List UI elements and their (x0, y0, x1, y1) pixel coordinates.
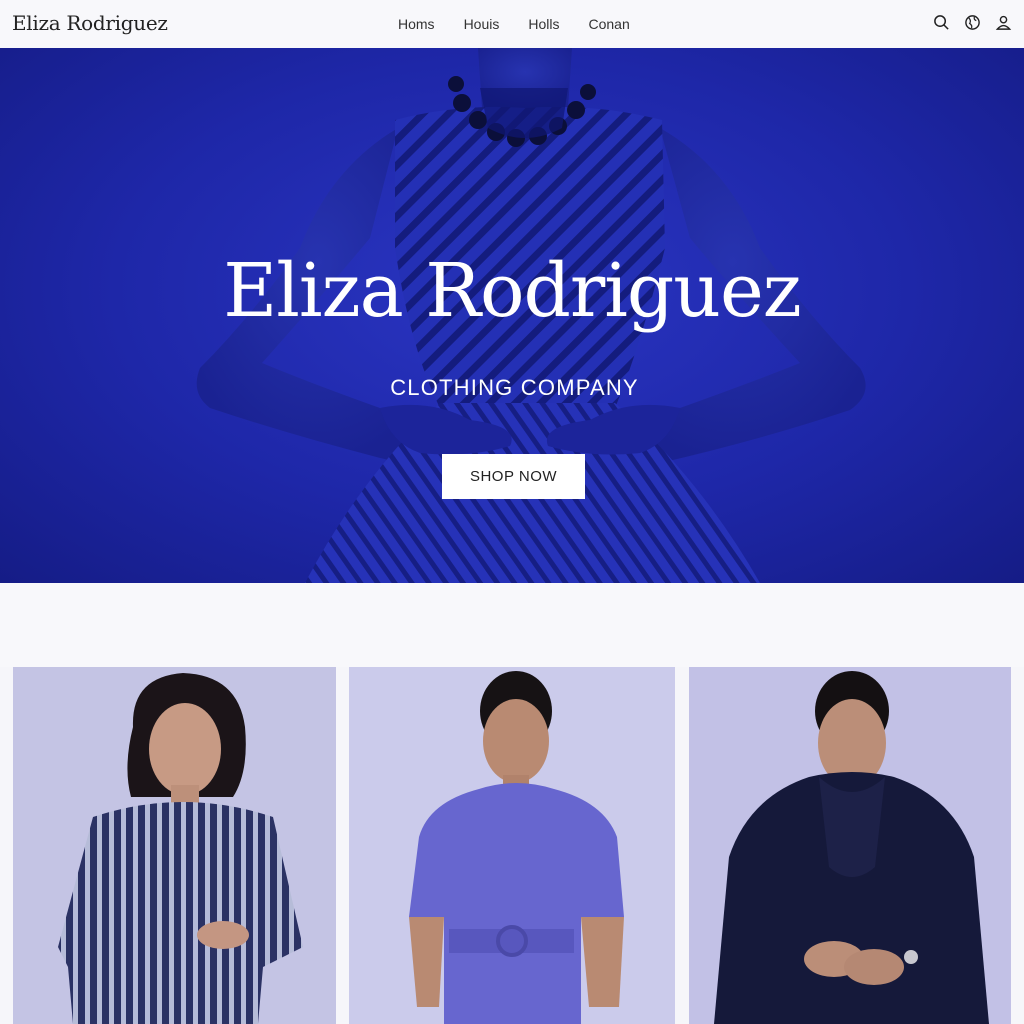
hero-subtitle: CLOTHING COMPANY (390, 375, 639, 400)
product-image-periwinkle-dress (349, 667, 675, 1024)
shop-now-button[interactable]: SHOP NOW (442, 454, 585, 499)
nav-link-homs[interactable]: Homs (398, 16, 435, 32)
product-card-striped-dress[interactable] (13, 667, 336, 1024)
product-image-striped-dress (13, 667, 336, 1024)
hero-banner: Eliza Rodriguez CLOTHING COMPANY SHOP NO… (0, 48, 1024, 583)
search-icon[interactable] (933, 14, 950, 31)
site-header: Eliza Rodriguez Homs Houis Holls Conan (0, 0, 1024, 48)
hero-title: Eliza Rodriguez (223, 248, 801, 334)
main-nav: Homs Houis Holls Conan (398, 16, 630, 32)
nav-link-houis[interactable]: Houis (464, 16, 500, 32)
section-spacer (0, 583, 1024, 667)
header-icons (933, 14, 1012, 31)
nav-link-conan[interactable]: Conan (588, 16, 629, 32)
product-card-periwinkle-dress[interactable] (349, 667, 675, 1024)
product-card-navy-coat[interactable] (689, 667, 1011, 1024)
nav-link-holls[interactable]: Holls (528, 16, 559, 32)
brand-logo[interactable]: Eliza Rodriguez (12, 11, 168, 35)
globe-icon[interactable] (964, 14, 981, 31)
user-icon[interactable] (995, 14, 1012, 31)
product-grid (0, 667, 1024, 1024)
product-image-navy-coat (689, 667, 1011, 1024)
